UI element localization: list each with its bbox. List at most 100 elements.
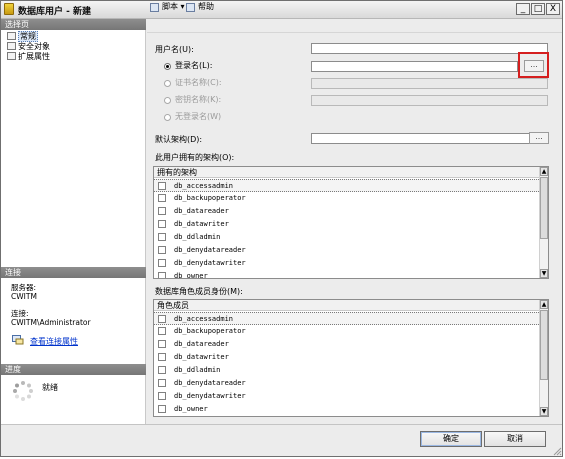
list-item[interactable]: db_denydatareader [154,244,539,257]
key-input [311,95,548,106]
checkbox[interactable] [158,246,166,254]
progress-spinner-icon [13,381,33,401]
owned-schemas-scrollbar[interactable]: ▲ ▼ [539,167,548,278]
scroll-up-icon[interactable]: ▲ [540,300,548,309]
checkbox[interactable] [158,366,166,374]
checkbox[interactable] [158,194,166,202]
list-item[interactable]: db_datawriter [154,218,539,231]
default-schema-input[interactable] [311,133,548,144]
scroll-thumb[interactable] [540,177,548,239]
list-item-label: db_accessadmin [174,182,234,190]
script-icon [150,3,159,12]
scroll-up-icon[interactable]: ▲ [540,167,548,176]
list-item[interactable]: db_backupoperator [154,325,539,338]
help-icon [186,3,195,12]
cancel-button[interactable]: 取消 [484,431,546,447]
owned-schemas-list[interactable]: 拥有的架构 db_accessadmin db_backupoperator d… [153,166,549,279]
checkbox[interactable] [158,259,166,267]
connection-label: 连接: [11,309,29,318]
page-item-label: 安全对象 [18,42,50,51]
list-item[interactable]: db_owner [154,403,539,416]
list-item-label: db_datawriter [174,353,229,361]
scroll-thumb[interactable] [540,310,548,380]
checkbox[interactable] [158,220,166,228]
list-item[interactable]: db_datawriter [154,351,539,364]
checkbox[interactable] [158,340,166,348]
checkbox[interactable] [158,379,166,387]
script-button[interactable]: 脚本 ▾ [150,1,185,13]
list-item-label: db_denydatareader [174,246,246,254]
select-page-header: 选择页 [1,19,146,30]
username-input[interactable] [311,43,548,54]
page-item-general[interactable]: 常规 [7,31,38,42]
status-text: 就绪 [42,383,58,392]
owned-schemas-label: 此用户拥有的架构(O): [155,153,235,162]
ok-button[interactable]: 确定 [420,431,482,447]
checkbox[interactable] [158,207,166,215]
list-item[interactable]: db_datareader [154,205,539,218]
checkbox[interactable] [158,315,166,323]
list-item-label: db_denydatawriter [174,259,246,267]
resize-grip-icon[interactable] [552,446,562,456]
page-item-label: 常规 [18,31,38,42]
role-members-list[interactable]: 角色成员 db_accessadmin db_backupoperator db… [153,299,549,417]
certificate-input [311,78,548,89]
checkbox[interactable] [158,233,166,241]
list-item-label: db_backupoperator [174,327,246,335]
connection-properties-icon [12,335,24,345]
list-item[interactable]: db_denydatawriter [154,257,539,270]
certificate-radio[interactable] [164,80,171,87]
list-item-label: db_ddladmin [174,233,221,241]
page-icon [7,32,16,40]
list-item-label: db_backupoperator [174,194,246,202]
no-login-radio[interactable] [164,114,171,121]
progress-header: 进度 [1,364,146,375]
page-item-label: 扩展属性 [18,52,50,61]
list-item[interactable]: db_denydatareader [154,377,539,390]
checkbox[interactable] [158,353,166,361]
checkbox[interactable] [158,405,166,413]
scroll-down-icon[interactable]: ▼ [540,269,548,278]
list-item-label: db_denydatawriter [174,392,246,400]
list-item-label: db_owner [174,405,208,413]
role-members-scrollbar[interactable]: ▲ ▼ [539,300,548,416]
username-label: 用户名(U): [155,45,194,54]
left-panel: 选择页 常规 安全对象 扩展属性 连接 服务器: CWITM 连接: CWITM… [1,19,146,424]
checkbox[interactable] [158,327,166,335]
default-schema-label: 默认架构(D): [155,135,203,144]
help-button[interactable]: 帮助 [186,1,214,13]
list-item-label: db_datawriter [174,220,229,228]
key-radio[interactable] [164,97,171,104]
toolbar [147,19,562,33]
no-login-label: 无登录名(W) [175,112,222,121]
highlight-box [518,52,549,78]
login-name-radio[interactable] [164,63,171,70]
database-user-icon [4,3,14,15]
minimize-button[interactable]: _ [516,3,530,15]
close-button[interactable]: X [546,3,560,15]
page-item-securables[interactable]: 安全对象 [7,42,50,52]
list-item[interactable]: db_datareader [154,338,539,351]
maximize-button[interactable]: □ [531,3,545,15]
scroll-down-icon[interactable]: ▼ [540,407,548,416]
login-name-label: 登录名(L): [175,61,213,70]
list-item-label: db_denydatareader [174,379,246,387]
server-value: CWITM [11,292,37,301]
list-item[interactable]: db_accessadmin [154,312,539,325]
list-item[interactable]: db_denydatawriter [154,390,539,403]
list-item[interactable]: db_ddladmin [154,364,539,377]
login-name-input[interactable] [311,61,518,72]
default-schema-browse-button[interactable]: ... [529,132,549,144]
view-connection-properties-link[interactable]: 查看连接属性 [30,336,78,347]
list-item-label: db_datareader [174,340,229,348]
page-icon [7,52,16,60]
checkbox[interactable] [158,272,166,278]
list-item[interactable]: db_owner [154,270,539,278]
page-item-extended-properties[interactable]: 扩展属性 [7,52,50,62]
list-item-label: db_accessadmin [174,315,234,323]
checkbox[interactable] [158,392,166,400]
list-item[interactable]: db_accessadmin [154,179,539,192]
checkbox[interactable] [158,182,166,190]
list-item[interactable]: db_ddladmin [154,231,539,244]
list-item[interactable]: db_backupoperator [154,192,539,205]
